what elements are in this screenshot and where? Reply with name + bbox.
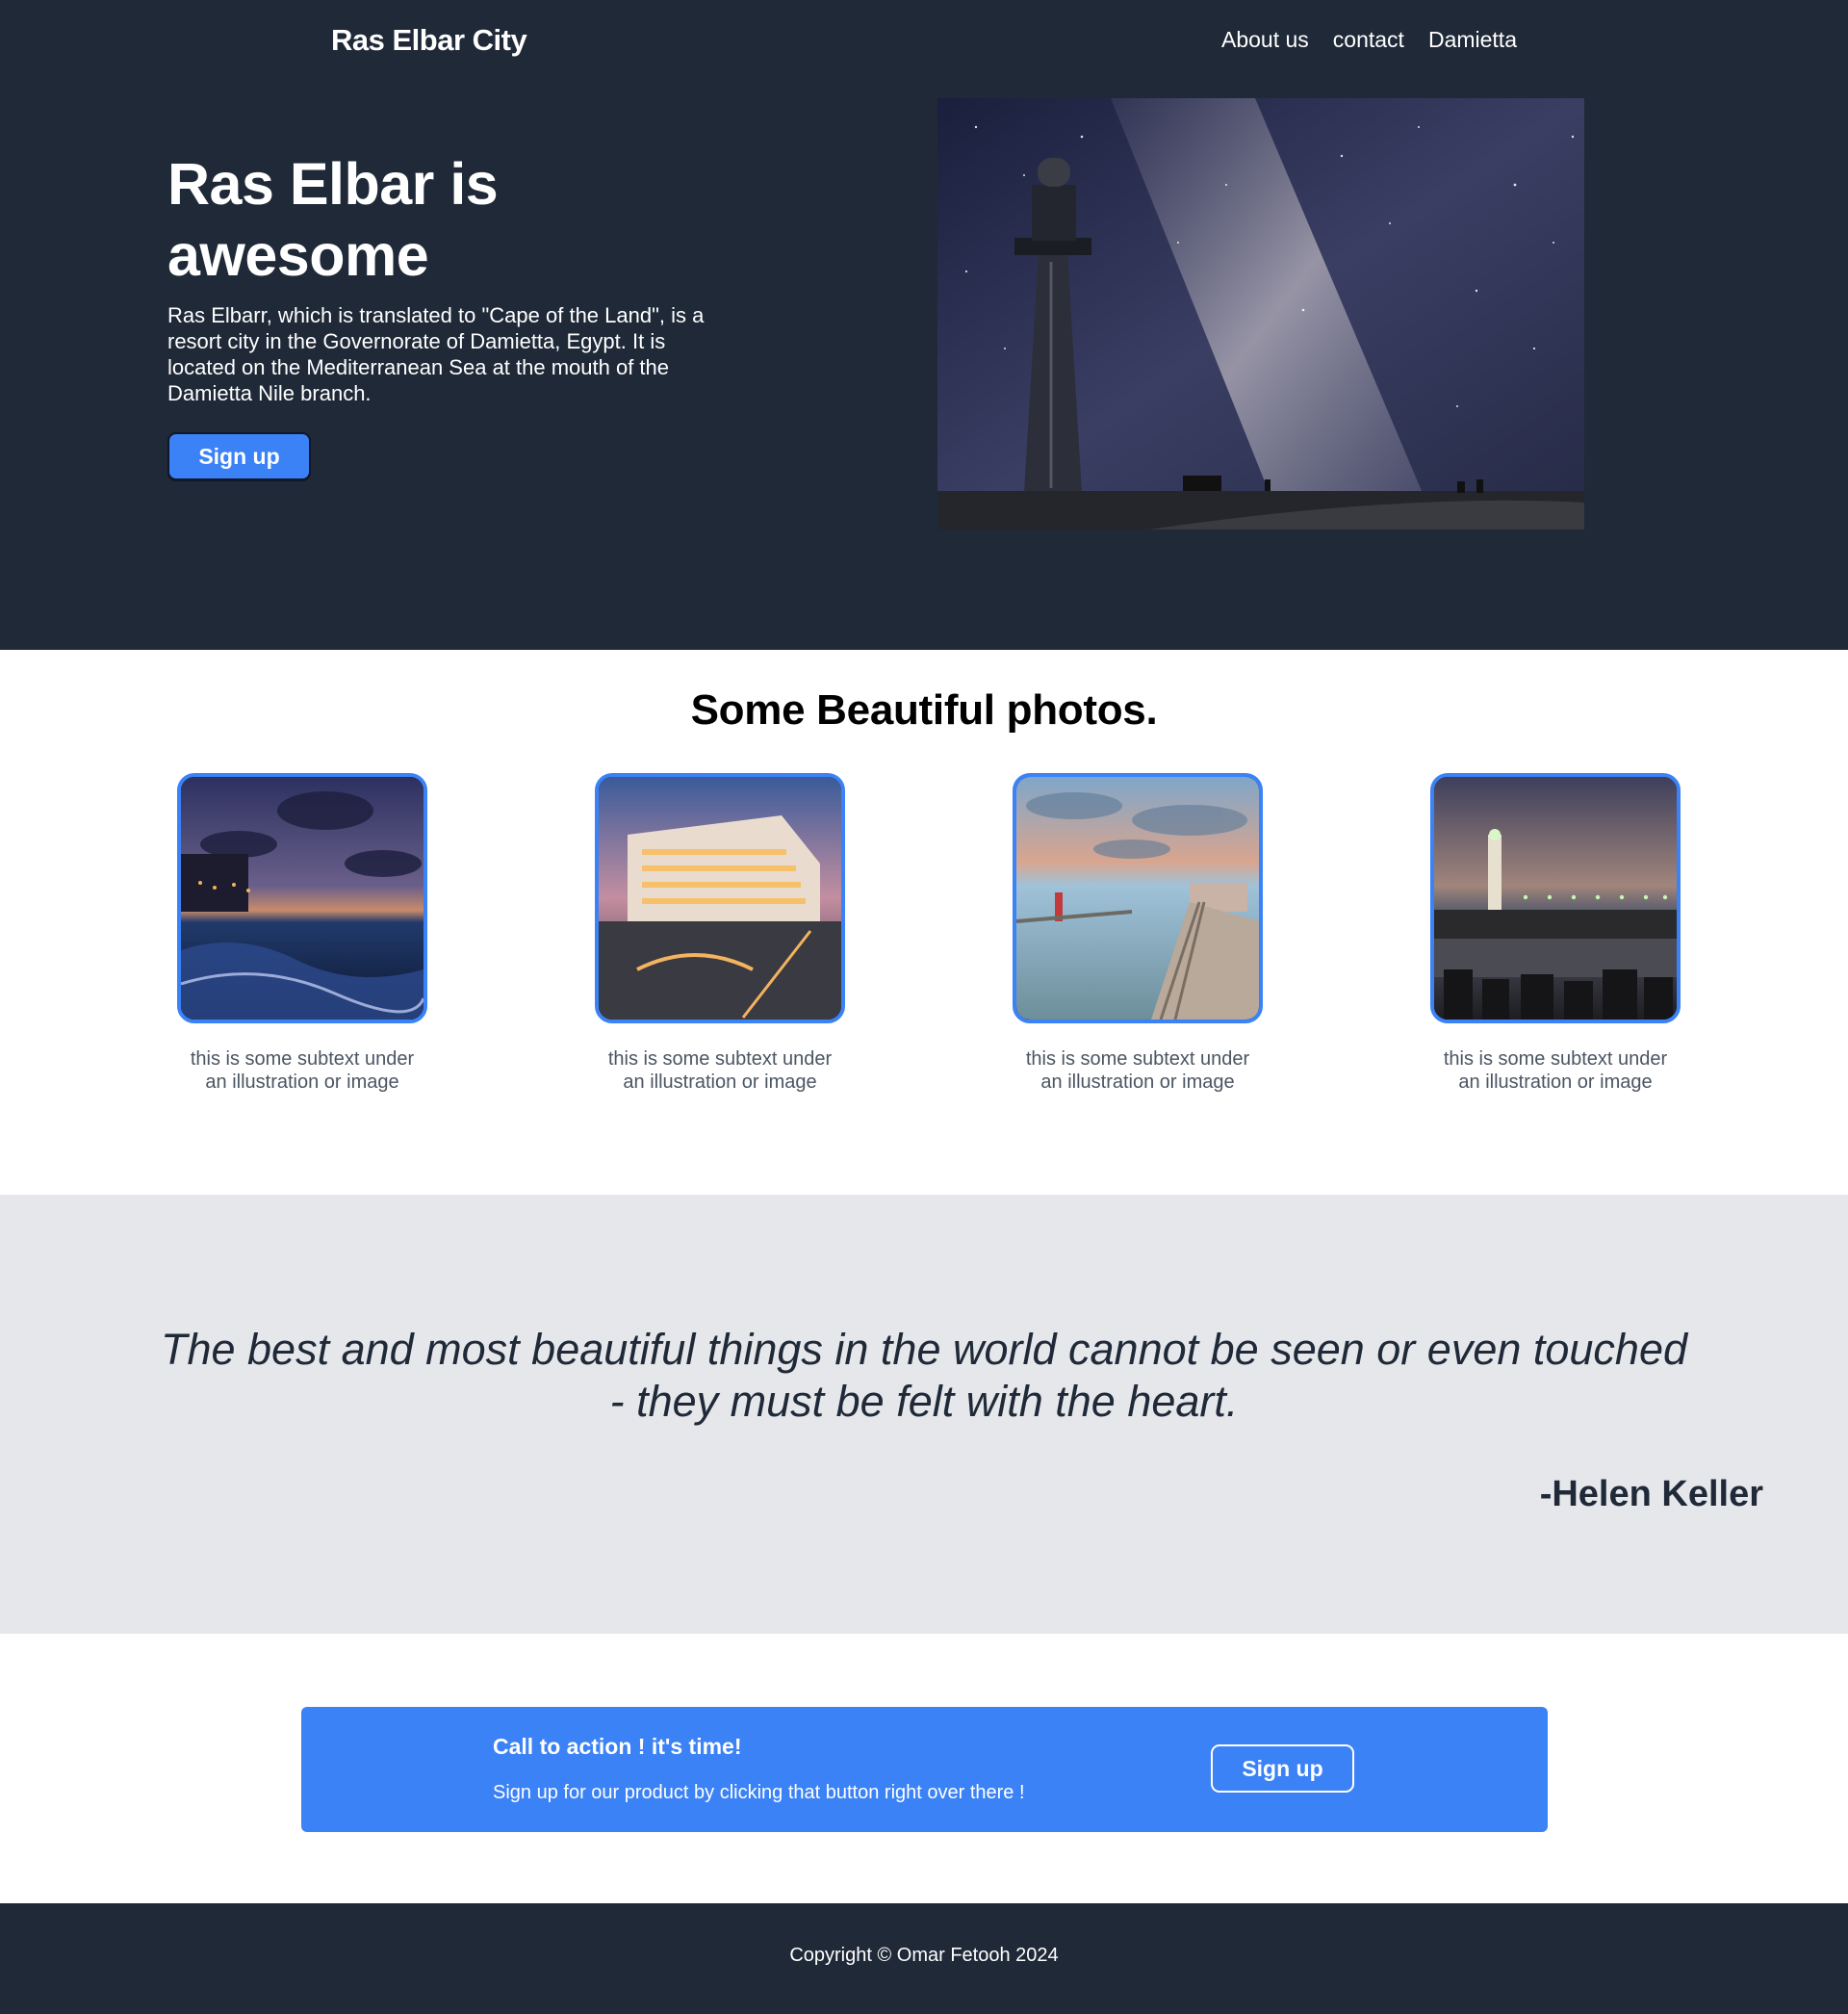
caption-line1: this is some subtext under [190,1048,415,1070]
brand-logo[interactable]: Ras Elbar City [331,23,527,58]
cta-subtitle: Sign up for our product by clicking that… [493,1782,1025,1803]
hero-title-line2: awesome [167,222,429,288]
cta-title: Call to action ! it's time! [493,1734,742,1759]
hotel-building-photo [595,773,845,1023]
nav-contact[interactable]: contact [1333,27,1404,53]
nav-damietta[interactable]: Damietta [1428,27,1517,53]
cta-signup-button[interactable]: Sign up [1211,1744,1354,1793]
gallery-title: Some Beautiful photos. [690,686,1158,734]
gallery-caption: this is some subtext under an illustrati… [595,1047,845,1094]
gallery-card: this is some subtext under an illustrati… [595,773,847,1094]
quote-author: -Helen Keller [1539,1474,1763,1514]
gallery-card: this is some subtext under an illustrati… [1013,773,1265,1094]
gallery-caption: this is some subtext under an illustrati… [1013,1047,1263,1094]
quote-text: The best and most beautiful things in th… [160,1325,1688,1426]
caption-line1: this is some subtext under [1443,1048,1668,1070]
hero-description: Ras Elbarr, which is translated to "Cape… [167,303,705,405]
caption-line2: an illustration or image [623,1072,817,1093]
footer: Copyright © Omar Fetooh 2024 [0,1903,1848,2014]
hero-signup-button[interactable]: Sign up [167,432,311,480]
caption-line1: this is some subtext under [1025,1048,1250,1070]
main-nav: About us contact Damietta [1221,27,1517,53]
gallery-card: this is some subtext under an illustrati… [1430,773,1682,1094]
gallery-caption: this is some subtext under an illustrati… [1430,1047,1681,1094]
lighthouse-milky-way-photo [937,98,1584,529]
cta-section: Call to action ! it's time! Sign up for … [0,1634,1848,1903]
caption-line2: an illustration or image [1458,1072,1653,1093]
hero-text: Ras Elbar is awesome Ras Elbarr, which i… [167,148,726,406]
hero-section: Ras Elbar City About us contact Damietta… [0,0,1848,650]
nav-about-us[interactable]: About us [1221,27,1309,53]
harbor-pier-photo [1013,773,1263,1023]
cta-box: Call to action ! it's time! Sign up for … [301,1707,1548,1832]
hero-title: Ras Elbar is awesome [167,148,726,291]
caption-line2: an illustration or image [205,1072,399,1093]
copyright-text: Copyright © Omar Fetooh 2024 [789,1945,1059,1966]
gallery-caption: this is some subtext under an illustrati… [177,1047,427,1094]
hero-title-line1: Ras Elbar is [167,151,499,217]
quote-section: The best and most beautiful things in th… [0,1195,1848,1634]
caption-line2: an illustration or image [1040,1072,1235,1093]
gallery-section: Some Beautiful photos. this is some subt… [0,650,1848,1195]
caption-line1: this is some subtext under [607,1048,833,1070]
beach-night-waves-photo [177,773,427,1023]
lighthouse-dusk-photo [1430,773,1681,1023]
gallery-card: this is some subtext under an illustrati… [177,773,429,1094]
